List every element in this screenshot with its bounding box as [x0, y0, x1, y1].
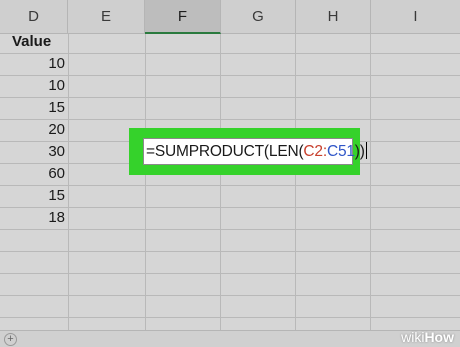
grid-row-line [0, 295, 460, 296]
cell-d2[interactable]: 10 [0, 53, 69, 75]
cell-d1-header[interactable]: Value [0, 31, 69, 53]
grid-row-line [0, 273, 460, 274]
cell-d5[interactable]: 20 [0, 119, 69, 141]
cell-d6[interactable]: 30 [0, 141, 69, 163]
column-header-f[interactable]: F [145, 0, 221, 34]
column-label: F [177, 7, 188, 25]
grid-row-line [0, 251, 460, 252]
formula-prefix: =SUMPRODUCT(LEN( [146, 143, 304, 160]
grid-row-line [0, 229, 460, 230]
watermark-logo: wikiHow [401, 329, 454, 345]
cell-d8[interactable]: 15 [0, 185, 69, 207]
add-sheet-button[interactable]: + [4, 333, 17, 346]
column-label: H [327, 8, 339, 25]
grid-column [69, 34, 146, 331]
column-header-d[interactable]: D [0, 0, 68, 34]
grid-row-line [0, 119, 460, 120]
grid-row-line [0, 75, 460, 76]
grid-row-line [0, 97, 460, 98]
grid-row-line [0, 185, 460, 186]
column-header-e[interactable]: E [68, 0, 145, 34]
grid-row-line [0, 207, 460, 208]
grid-column [221, 34, 296, 331]
column-header-i[interactable]: I [371, 0, 460, 34]
cell-d9[interactable]: 18 [0, 207, 69, 229]
sheet-tab-bar: + [0, 330, 460, 347]
column-label: D [28, 8, 39, 25]
formula-ref-start: C2 [303, 143, 323, 160]
watermark-part1: wiki [401, 329, 425, 345]
formula-suffix: )) [354, 143, 365, 160]
grid-column [296, 34, 371, 331]
formula-ref-end: C51 [326, 143, 355, 160]
column-header-h[interactable]: H [296, 0, 371, 34]
text-cursor [365, 142, 367, 159]
column-label: G [252, 8, 264, 25]
column-label: E [100, 8, 111, 25]
grid-row-line [0, 53, 460, 54]
spreadsheet: D E F G H I Value 10 10 15 20 30 60 15 1… [0, 0, 460, 347]
cell-d4[interactable]: 15 [0, 97, 69, 119]
watermark-part2: How [424, 329, 454, 345]
column-header-g[interactable]: G [221, 0, 296, 34]
column-label: I [413, 8, 418, 25]
cell-d3[interactable]: 10 [0, 75, 69, 97]
cell-d7[interactable]: 60 [0, 163, 69, 185]
grid-column [146, 34, 221, 331]
formula-text[interactable]: =SUMPRODUCT(LEN(C2:C51)) [146, 139, 367, 164]
grid-row-line [0, 317, 460, 318]
